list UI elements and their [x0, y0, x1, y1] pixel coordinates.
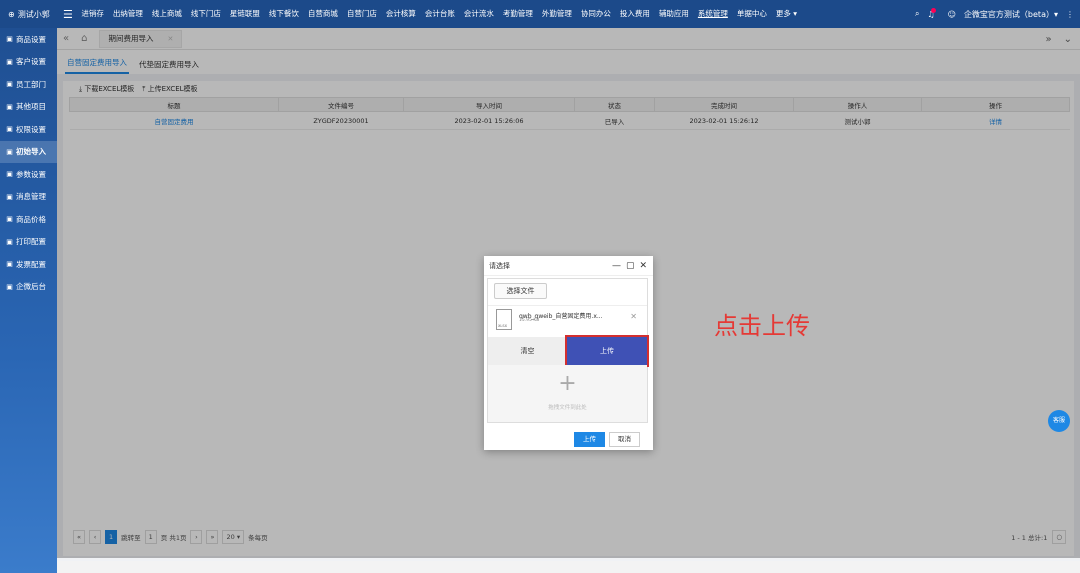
sidebar-icon: ▣: [6, 260, 13, 269]
dialog-cancel-button[interactable]: 取消: [609, 432, 640, 447]
sidebar-item-label: 打印配置: [16, 237, 46, 247]
nav-item[interactable]: 自营门店: [342, 0, 381, 28]
sidebar-item[interactable]: ▣ 发票配置: [0, 253, 57, 276]
sidebar-item-label: 发票配置: [16, 259, 46, 269]
drop-zone[interactable]: + 拖拽文件到此处: [488, 365, 647, 422]
clear-button[interactable]: 清空: [488, 337, 567, 365]
sidebar-item[interactable]: ▣ 商品设置: [0, 28, 57, 51]
sidebar-item[interactable]: ▣ 企微后台: [0, 276, 57, 299]
nav-item[interactable]: 会计核算: [381, 0, 420, 28]
nav-item[interactable]: 更多 ▾: [771, 0, 801, 28]
sidebar-item[interactable]: ▣ 打印配置: [0, 231, 57, 254]
nav-item[interactable]: 会计流水: [459, 0, 498, 28]
sidebar: ▣ 商品设置 ▣ 客户设置 ▣ 员工部门 ▣ 其他项目 ▣ 权限设置 ▣ 初始导入 ▣ 参数设置 ▣ 消息管理…: [0, 28, 57, 573]
sidebar-icon: ▣: [6, 80, 13, 89]
nav-item[interactable]: 线下门店: [186, 0, 225, 28]
sidebar-item-label: 参数设置: [16, 169, 46, 179]
sidebar-item-label: 权限设置: [16, 124, 46, 134]
footer-bar: [57, 561, 1080, 573]
sidebar-icon: ▣: [6, 237, 13, 246]
sidebar-item-label: 商品价格: [16, 214, 46, 224]
sidebar-item-label: 商品设置: [16, 34, 46, 44]
file-size: 15.95 KB: [519, 318, 540, 323]
nav-item[interactable]: 投入费用: [615, 0, 654, 28]
minimize-icon[interactable]: —: [612, 261, 621, 271]
sidebar-item-label: 初始导入: [16, 147, 46, 157]
sidebar-icon: ▣: [6, 102, 13, 111]
maximize-icon[interactable]: ▢: [626, 261, 635, 271]
sidebar-item[interactable]: ▣ 消息管理: [0, 186, 57, 209]
upload-button[interactable]: 上传: [565, 335, 649, 367]
nav-item[interactable]: 线上商城: [147, 0, 186, 28]
plus-icon: +: [558, 371, 577, 396]
sidebar-item[interactable]: ▣ 客户设置: [0, 51, 57, 74]
file-icon: XLSX: [496, 309, 512, 330]
sidebar-item-label: 其他项目: [16, 102, 46, 112]
sidebar-icon: ▣: [6, 215, 13, 224]
sidebar-icon: ▣: [6, 57, 13, 66]
nav-item[interactable]: 进销存: [77, 0, 109, 28]
sidebar-item[interactable]: ▣ 初始导入: [0, 140, 57, 163]
nav-item[interactable]: 辅助应用: [654, 0, 693, 28]
sidebar-item-label: 客户设置: [16, 57, 46, 67]
dialog-title: 请选择: [489, 261, 510, 270]
sidebar-icon: ▣: [6, 35, 13, 44]
dialog-header: 请选择 — ▢ ✕: [484, 256, 653, 276]
sidebar-item[interactable]: ▣ 权限设置: [0, 118, 57, 141]
sidebar-item[interactable]: ▣ 商品价格: [0, 208, 57, 231]
annotation-text: 点击上传: [714, 312, 810, 340]
sidebar-item[interactable]: ▣ 员工部门: [0, 73, 57, 96]
chat-icon[interactable]: ☺: [948, 10, 956, 19]
more-icon[interactable]: ⋮: [1066, 10, 1074, 19]
sidebar-item[interactable]: ▣ 参数设置: [0, 163, 57, 186]
dialog-controls: — ▢ ✕: [612, 256, 647, 276]
remove-file-icon[interactable]: ✕: [630, 312, 637, 321]
sidebar-icon: ▣: [6, 125, 13, 134]
sidebar-icon: ▣: [6, 282, 13, 291]
nav-item[interactable]: 考勤管理: [498, 0, 537, 28]
nav-item[interactable]: 线下餐饮: [264, 0, 303, 28]
upload-actions: 清空 上传: [488, 335, 649, 367]
sidebar-item-label: 员工部门: [16, 79, 46, 89]
nav-item[interactable]: 系统管理: [693, 0, 732, 28]
menu-toggle-icon[interactable]: ☰: [63, 8, 73, 21]
file-item: XLSX qwb_qweib_自营固定费用.x... 15.95 KB ✕: [488, 305, 647, 337]
choose-file-button[interactable]: 选择文件: [494, 283, 547, 299]
search-icon[interactable]: ⌕: [915, 9, 919, 19]
upload-area: 选择文件 XLSX qwb_qweib_自营固定费用.x... 15.95 KB…: [487, 278, 649, 423]
sidebar-icon: ▣: [6, 192, 13, 201]
nav-item[interactable]: 单据中心: [732, 0, 771, 28]
nav-item[interactable]: 星链联盟: [225, 0, 264, 28]
top-right-tools: ⌕ ♫ ☺ 企微宝官方测试（beta）▾ ⋮: [915, 0, 1074, 28]
user-menu[interactable]: ⊕ 测试小郭: [0, 9, 58, 20]
nav-item[interactable]: 自营商城: [303, 0, 342, 28]
file-select-dialog: 请选择 — ▢ ✕ 选择文件 XLSX qwb_qweib_自营固定费用.x..…: [484, 256, 653, 450]
sidebar-icon: ▣: [6, 147, 13, 156]
nav-item[interactable]: 外勤管理: [537, 0, 576, 28]
nav-item[interactable]: 出纳管理: [108, 0, 147, 28]
nav-item[interactable]: 协同办公: [576, 0, 615, 28]
sidebar-item-label: 消息管理: [16, 192, 46, 202]
user-name: 测试小郭: [17, 9, 50, 19]
top-bar: ⊕ 测试小郭 ☰ 进销存 出纳管理 线上商城 线下门店 星链联盟 线下餐饮 自营商城 自营门店…: [0, 0, 1080, 28]
sidebar-item-label: 企微后台: [16, 282, 46, 292]
bell-icon[interactable]: ♫: [927, 7, 939, 19]
user-icon: ⊕: [8, 9, 15, 19]
sidebar-item[interactable]: ▣ 其他项目: [0, 96, 57, 119]
customer-service-button[interactable]: 客服: [1048, 410, 1070, 432]
dialog-upload-button[interactable]: 上传: [574, 432, 605, 447]
close-icon[interactable]: ✕: [639, 261, 647, 271]
company-selector[interactable]: 企微宝官方测试（beta）▾: [964, 9, 1058, 20]
main-nav: 进销存 出纳管理 线上商城 线下门店 星链联盟 线下餐饮 自营商城 自营门店 会计核算 会计台账会…: [77, 0, 802, 28]
sidebar-icon: ▣: [6, 170, 13, 179]
nav-item[interactable]: 会计台账: [420, 0, 459, 28]
drop-hint: 拖拽文件到此处: [548, 405, 587, 411]
